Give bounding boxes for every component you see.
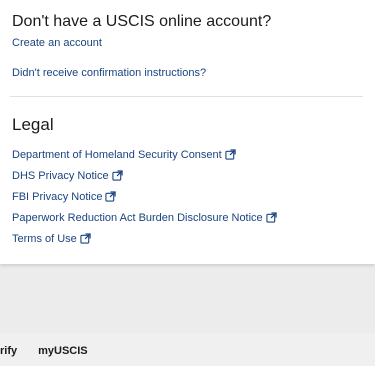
footer-nav: rify myUSCIS xyxy=(0,344,88,358)
legal-link-fbi-privacy[interactable]: FBI Privacy Notice xyxy=(12,186,277,207)
create-account-link[interactable]: Create an account xyxy=(12,36,102,50)
external-link-icon xyxy=(105,191,117,202)
external-link-icon xyxy=(225,149,236,160)
page: Don't have a USCIS online account? Creat… xyxy=(0,0,375,366)
legal-link-terms-of-use[interactable]: Terms of Use xyxy=(12,228,277,249)
legal-links-list: Department of Homeland Security Consent … xyxy=(12,144,277,249)
external-link-icon xyxy=(266,212,277,223)
resend-confirmation-link[interactable]: Didn't receive confirmation instructions… xyxy=(12,66,206,80)
footer-nav-item-myuscis[interactable]: myUSCIS xyxy=(38,344,88,358)
legal-link-label: Terms of Use xyxy=(12,232,77,245)
no-account-heading: Don't have a USCIS online account? xyxy=(12,13,272,30)
legal-link-label: DHS Privacy Notice xyxy=(12,169,109,182)
sign-in-help-card: Don't have a USCIS online account? Creat… xyxy=(0,0,375,264)
section-divider xyxy=(10,96,363,97)
legal-link-dhs-consent[interactable]: Department of Homeland Security Consent xyxy=(12,144,277,165)
legal-heading: Legal xyxy=(12,115,54,134)
legal-link-dhs-privacy[interactable]: DHS Privacy Notice xyxy=(12,165,277,186)
legal-link-paperwork-reduction[interactable]: Paperwork Reduction Act Burden Disclosur… xyxy=(12,207,277,228)
legal-link-label: Paperwork Reduction Act Burden Disclosur… xyxy=(12,211,263,224)
legal-link-label: Department of Homeland Security Consent xyxy=(12,148,222,161)
external-link-icon xyxy=(111,170,123,181)
external-link-icon xyxy=(80,233,91,244)
legal-link-label: FBI Privacy Notice xyxy=(12,190,103,203)
footer-nav-item-verify[interactable]: rify xyxy=(0,344,17,358)
